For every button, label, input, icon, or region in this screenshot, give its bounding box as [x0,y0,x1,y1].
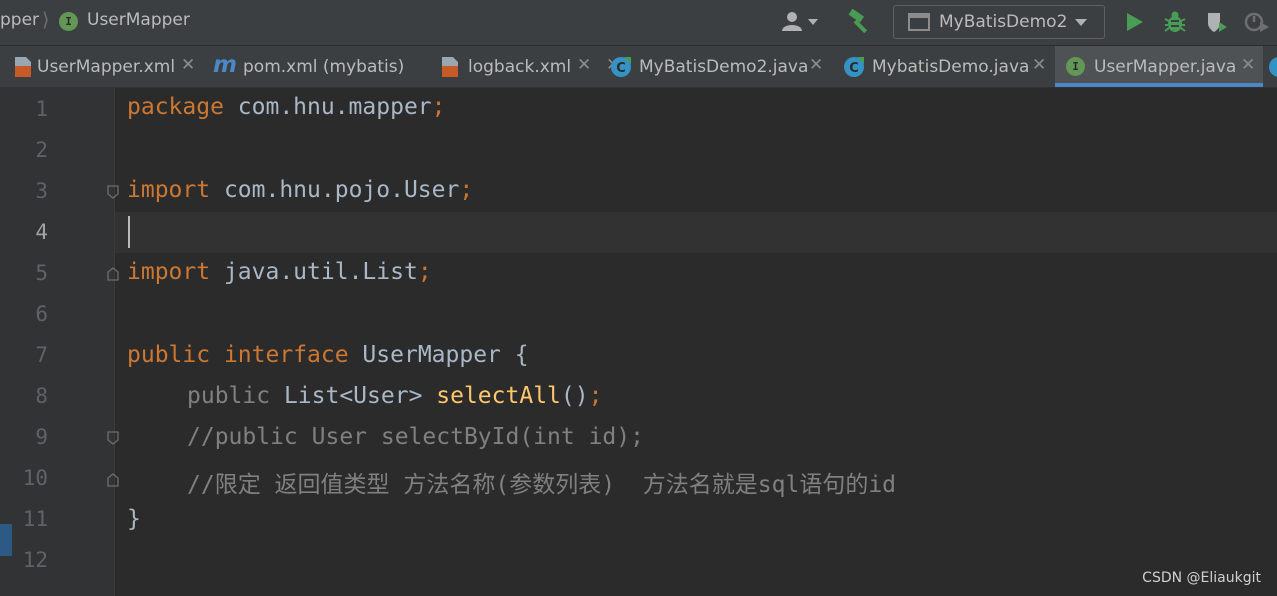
keyword: public [127,342,211,368]
user-dropdown-icon[interactable] [779,9,823,35]
line-number: 6 [35,302,48,326]
run-icon[interactable] [1122,9,1146,35]
tab-label: UserMapper.java [1094,57,1237,77]
code-text: com.hnu.pojo.User [210,177,460,203]
close-icon[interactable]: ✕ [577,55,591,75]
tab-mybatisdemo2-java[interactable]: C MyBatisDemo2.java ✕ [600,46,833,87]
close-icon[interactable]: ✕ [809,55,823,75]
keyword: import [127,259,211,285]
text-caret [128,216,130,248]
line-number: 2 [35,138,48,162]
line-number: 8 [35,384,48,408]
tab-label: MybatisDemo.java [872,57,1030,77]
fold-end-icon[interactable] [107,267,119,281]
code-line: package com.hnu.mapper; [127,94,446,120]
code-editor[interactable]: 1 2 3 4 5 6 7 8 9 10 11 12 package com.h… [0,88,1277,596]
line-number: 4 [35,220,48,244]
line-number: 10 [22,466,48,490]
keyword: interface [223,342,349,368]
tab-label: pom.xml (mybatis) [243,57,405,77]
maven-icon: m [213,52,237,78]
tab-label: UserMapper.xml [37,57,176,77]
run-configuration-label: MyBatisDemo2 [939,12,1068,32]
hammer-icon[interactable] [846,9,874,35]
java-class-icon: C [844,57,864,77]
interface-icon: I [59,12,78,31]
keyword: public [187,383,271,409]
close-icon[interactable]: ✕ [1241,55,1255,75]
semicolon: ; [417,259,432,285]
run-config-icon [908,13,930,31]
active-tab-indicator [1055,83,1263,87]
svg-text:C: C [849,61,859,76]
breadcrumb-parent[interactable]: pper [0,10,39,30]
method-name: selectAll [436,383,561,409]
tab-logback-xml[interactable]: logback.xml ✕ [428,46,600,87]
semicolon: ; [431,94,446,120]
tab-label: MyBatisDemo2.java [639,57,809,77]
chevron-down-icon [1075,19,1087,26]
semicolon: ; [588,383,603,409]
breadcrumb-current[interactable]: UserMapper [87,10,190,30]
tab-pom-xml[interactable]: m pom.xml (mybatis) ✕ [200,46,620,87]
bug-icon[interactable] [1162,9,1188,35]
line-number: 9 [35,425,48,449]
coverage-shield-icon[interactable] [1204,9,1230,35]
tab-label: logback.xml [468,57,572,77]
close-icon[interactable]: ✕ [1032,55,1046,75]
tab-usermapper-xml[interactable]: UserMapper.xml ✕ [0,46,200,87]
comment-line: //public User selectById(int id); [187,424,644,450]
code-line: } [127,506,141,532]
semicolon: ; [459,177,474,203]
line-number: 7 [35,343,48,367]
code-text: List<User> [270,383,437,409]
line-number-gutter: 1 2 3 4 5 6 7 8 9 10 11 12 [0,88,115,596]
java-interface-icon: I [1066,57,1085,76]
comment-line: //限定 返回值类型 方法名称(参数列表) 方法名就是sql语句的id [187,472,897,498]
tab-mybatisdemo-java[interactable]: C MybatisDemo.java ✕ [833,46,1055,87]
code-line: import com.hnu.pojo.User; [127,177,473,203]
code-line: import java.util.List; [127,259,432,285]
code-line: public interface UserMapper { [127,342,529,368]
editor-tab-bar: UserMapper.xml ✕ m pom.xml (mybatis) ✕ l… [0,46,1277,88]
code-text: UserMapper { [348,342,529,368]
close-icon[interactable]: ✕ [181,55,195,75]
breadcrumb-separator: ⟩ [42,9,50,31]
line-number: 3 [35,179,48,203]
profiler-icon[interactable] [1243,9,1271,35]
run-configuration-select[interactable]: MyBatisDemo2 [893,5,1105,39]
tab-usermapper-java[interactable]: I UserMapper.java ✕ [1055,46,1263,87]
code-text: java.util.List [210,259,418,285]
gutter-marker [0,524,12,556]
fold-start-icon[interactable] [107,431,119,445]
fold-start-icon[interactable] [107,185,119,199]
code-text: com.hnu.mapper [223,94,432,120]
code-line: public List<User> selectAll(); [187,383,602,409]
overflow-tab-icon[interactable] [1268,56,1277,78]
watermark: CSDN @Eliaukgit [1142,570,1261,586]
current-line-highlight [0,212,1277,253]
xml-file-icon [442,57,458,77]
fold-end-icon[interactable] [107,473,119,487]
code-text: () [560,383,589,409]
keyword: package [127,94,224,120]
navigation-bar: pper ⟩ I UserMapper MyBatisDemo2 [0,0,1277,46]
line-number: 1 [35,97,48,121]
java-class-icon: C [611,57,631,77]
xml-file-icon [15,57,31,77]
svg-text:C: C [616,61,626,76]
line-number: 5 [35,261,48,285]
keyword: import [127,177,211,203]
